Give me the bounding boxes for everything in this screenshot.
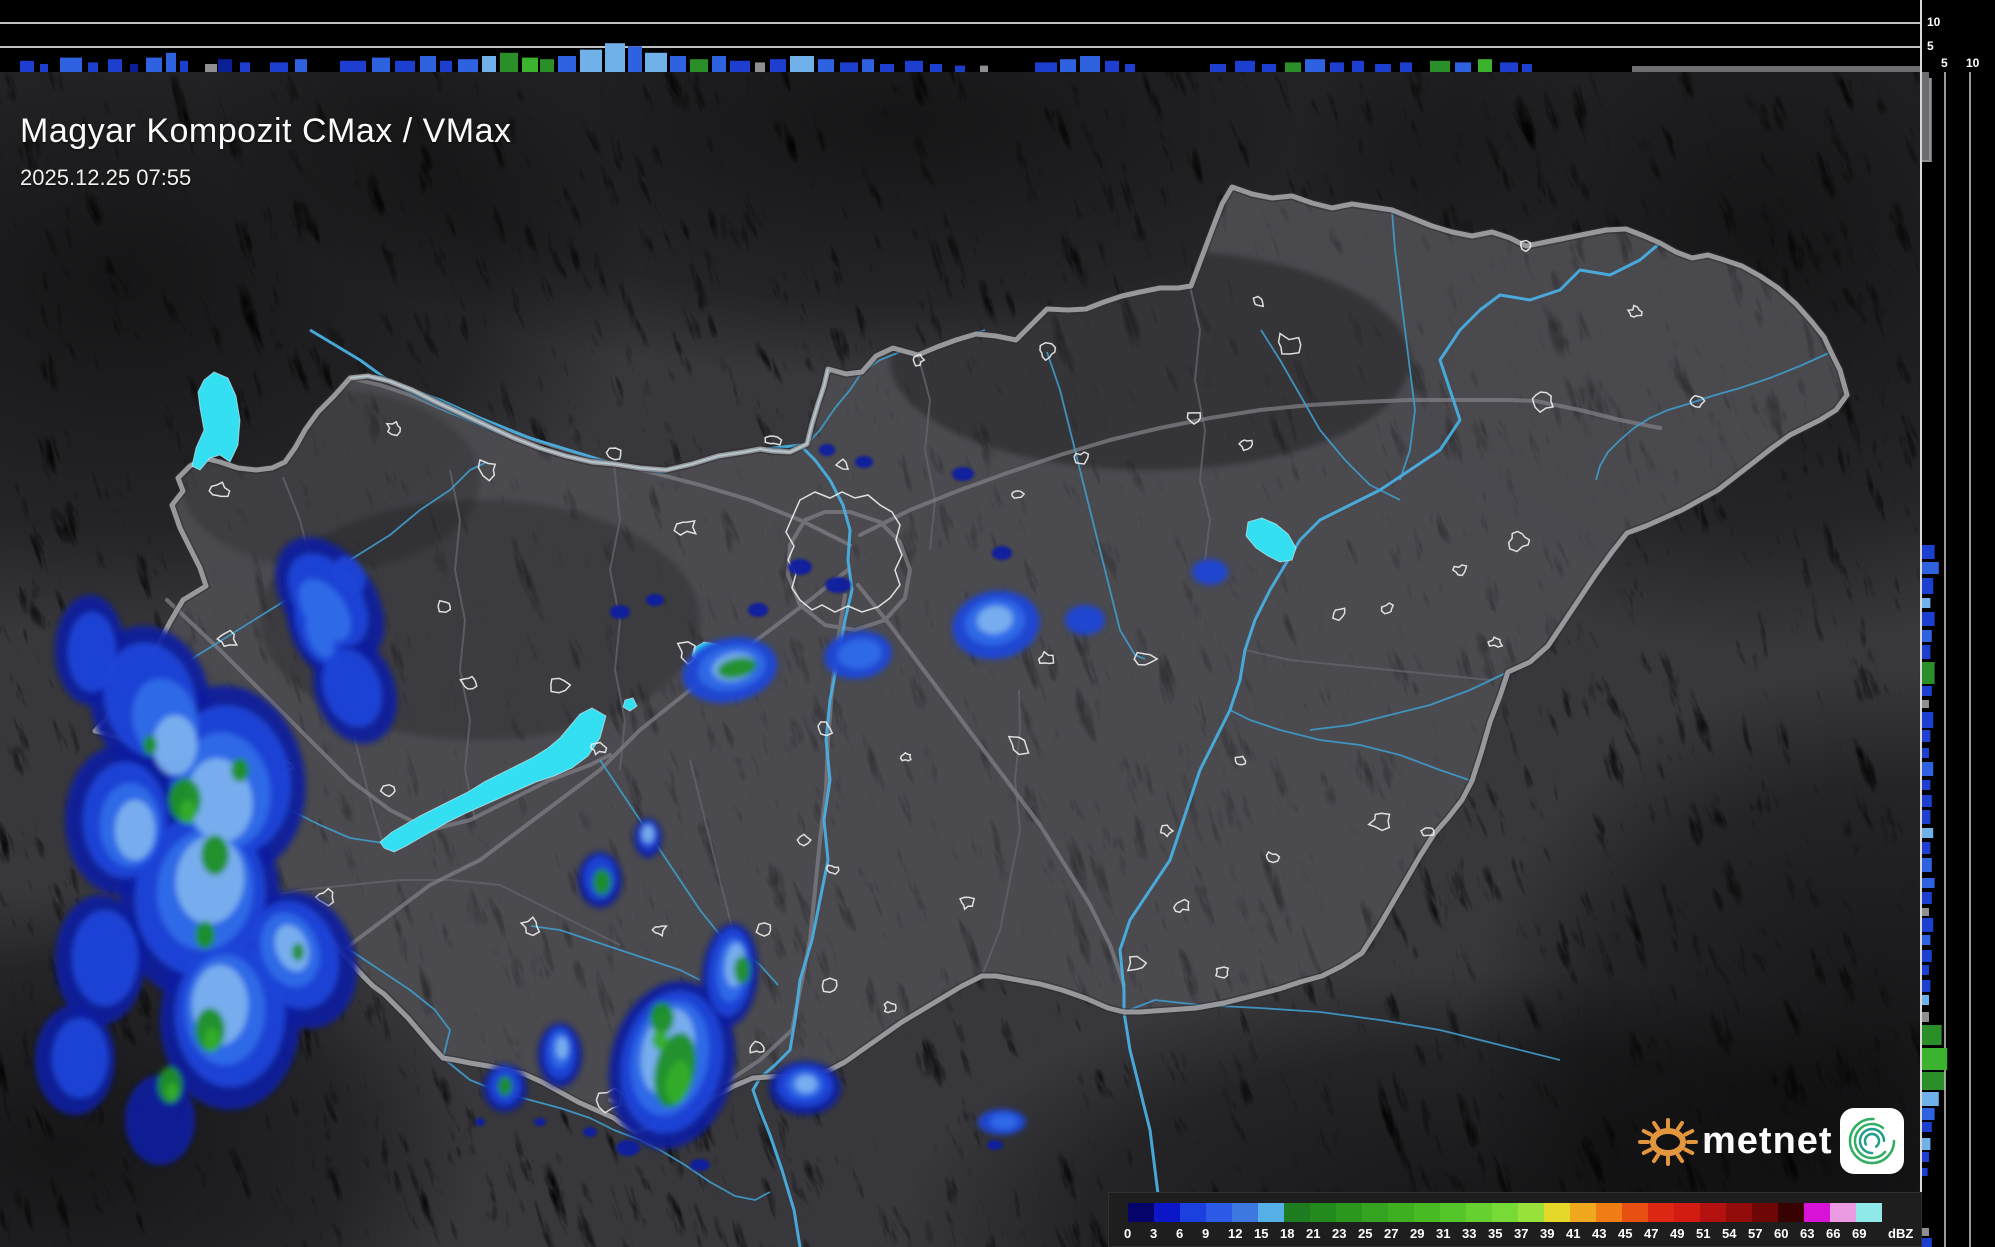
colorbar-swatch xyxy=(1258,1203,1284,1222)
colorbar-swatch xyxy=(1362,1203,1388,1222)
colorbar-swatch xyxy=(1856,1203,1882,1222)
logo-text: metnet xyxy=(1702,1120,1833,1162)
radar-viewer: Magyar Kompozit CMax / VMax 2025.12.25 0… xyxy=(0,0,1995,1247)
colorbar-tick-label: 69 xyxy=(1852,1226,1867,1241)
colorbar-tick-label: 54 xyxy=(1722,1226,1737,1241)
colorbar-swatch xyxy=(1466,1203,1492,1222)
page-title: Magyar Kompozit CMax / VMax xyxy=(20,112,512,150)
colorbar-swatch xyxy=(1648,1203,1674,1222)
colorbar-tick-label: 51 xyxy=(1696,1226,1711,1241)
colorbar-tick-label: 23 xyxy=(1332,1226,1347,1241)
right-cross-section xyxy=(1921,72,1995,1247)
colorbar-swatch xyxy=(1544,1203,1570,1222)
top-axis-label: 5 xyxy=(1927,39,1934,53)
colorbar-swatch xyxy=(1570,1203,1596,1222)
colorbar-tick-label: 25 xyxy=(1358,1226,1373,1241)
colorbar-swatch xyxy=(1128,1203,1154,1222)
colorbar-swatch xyxy=(1752,1203,1778,1222)
colorbar-tick-label: 15 xyxy=(1254,1226,1269,1241)
colorbar-tick-label: 35 xyxy=(1488,1226,1503,1241)
colorbar-tick-label: 33 xyxy=(1462,1226,1477,1241)
colorbar-tick-label: 6 xyxy=(1176,1226,1184,1241)
colorbar-tick-label: 47 xyxy=(1644,1226,1659,1241)
colorbar-swatch xyxy=(1726,1203,1752,1222)
colorbar-swatch xyxy=(1388,1203,1414,1222)
colorbar-tick-label: 39 xyxy=(1540,1226,1555,1241)
colorbar-swatch xyxy=(1154,1203,1180,1222)
right-axis-label: 5 xyxy=(1941,56,1948,70)
colorbar-tick-label: 43 xyxy=(1592,1226,1607,1241)
colorbar-tick-label: 57 xyxy=(1748,1226,1763,1241)
colorbar-tick-label: 18 xyxy=(1280,1226,1295,1241)
colorbar-ticks: 0 3 6 9 12 15 18 21 23 25 27 29 31 33 35 37 39 41 43 45 47 49… xyxy=(1124,1226,1918,1242)
metnet-app-icon xyxy=(1840,1108,1904,1174)
colorbar-tick-label: 49 xyxy=(1670,1226,1685,1241)
title-block: Magyar Kompozit CMax / VMax 2025.12.25 0… xyxy=(20,112,512,191)
colorbar-tick-label: 12 xyxy=(1228,1226,1243,1241)
colorbar-tick-label: 27 xyxy=(1384,1226,1399,1241)
colorbar-swatches xyxy=(1128,1203,1882,1222)
colorbar-tick-label: 21 xyxy=(1306,1226,1321,1241)
colorbar-swatch xyxy=(1336,1203,1362,1222)
colorbar-unit: dBZ xyxy=(1888,1226,1914,1241)
colorbar-swatch xyxy=(1284,1203,1310,1222)
dbz-colorbar: 0 3 6 9 12 15 18 21 23 25 27 29 31 33 35 37 39 41 43 45 47 49… xyxy=(1108,1192,1922,1247)
colorbar-swatch xyxy=(1700,1203,1726,1222)
colorbar-swatch xyxy=(1622,1203,1648,1222)
colorbar-swatch xyxy=(1778,1203,1804,1222)
colorbar-swatch xyxy=(1830,1203,1856,1222)
colorbar-tick-label: 66 xyxy=(1826,1226,1841,1241)
timestamp: 2025.12.25 07:55 xyxy=(20,165,192,190)
colorbar-swatch xyxy=(1804,1203,1830,1222)
colorbar-swatch xyxy=(1310,1203,1336,1222)
colorbar-tick-label: 60 xyxy=(1774,1226,1789,1241)
colorbar-tick-label: 29 xyxy=(1410,1226,1425,1241)
colorbar-swatch xyxy=(1440,1203,1466,1222)
colorbar-swatch xyxy=(1232,1203,1258,1222)
top-cross-section xyxy=(0,0,1995,72)
colorbar-tick-label: 31 xyxy=(1436,1226,1451,1241)
top-axis-label: 10 xyxy=(1927,15,1941,29)
colorbar-swatch xyxy=(1674,1203,1700,1222)
colorbar-tick-label: 45 xyxy=(1618,1226,1633,1241)
colorbar-tick-label: 9 xyxy=(1202,1226,1210,1241)
colorbar-swatch xyxy=(1492,1203,1518,1222)
colorbar-swatch xyxy=(1414,1203,1440,1222)
colorbar-tick-label: 0 xyxy=(1124,1226,1132,1241)
colorbar-swatch xyxy=(1518,1203,1544,1222)
colorbar-tick-label: 37 xyxy=(1514,1226,1529,1241)
colorbar-tick-label: 3 xyxy=(1150,1226,1158,1241)
colorbar-swatch xyxy=(1180,1203,1206,1222)
colorbar-swatch xyxy=(1596,1203,1622,1222)
colorbar-tick-label: 63 xyxy=(1800,1226,1815,1241)
sun-icon xyxy=(1638,1118,1698,1166)
right-axis-label: 10 xyxy=(1966,56,1980,70)
colorbar-swatch xyxy=(1206,1203,1232,1222)
metnet-logo[interactable]: metnet xyxy=(1638,1104,1918,1184)
colorbar-tick-label: 41 xyxy=(1566,1226,1581,1241)
